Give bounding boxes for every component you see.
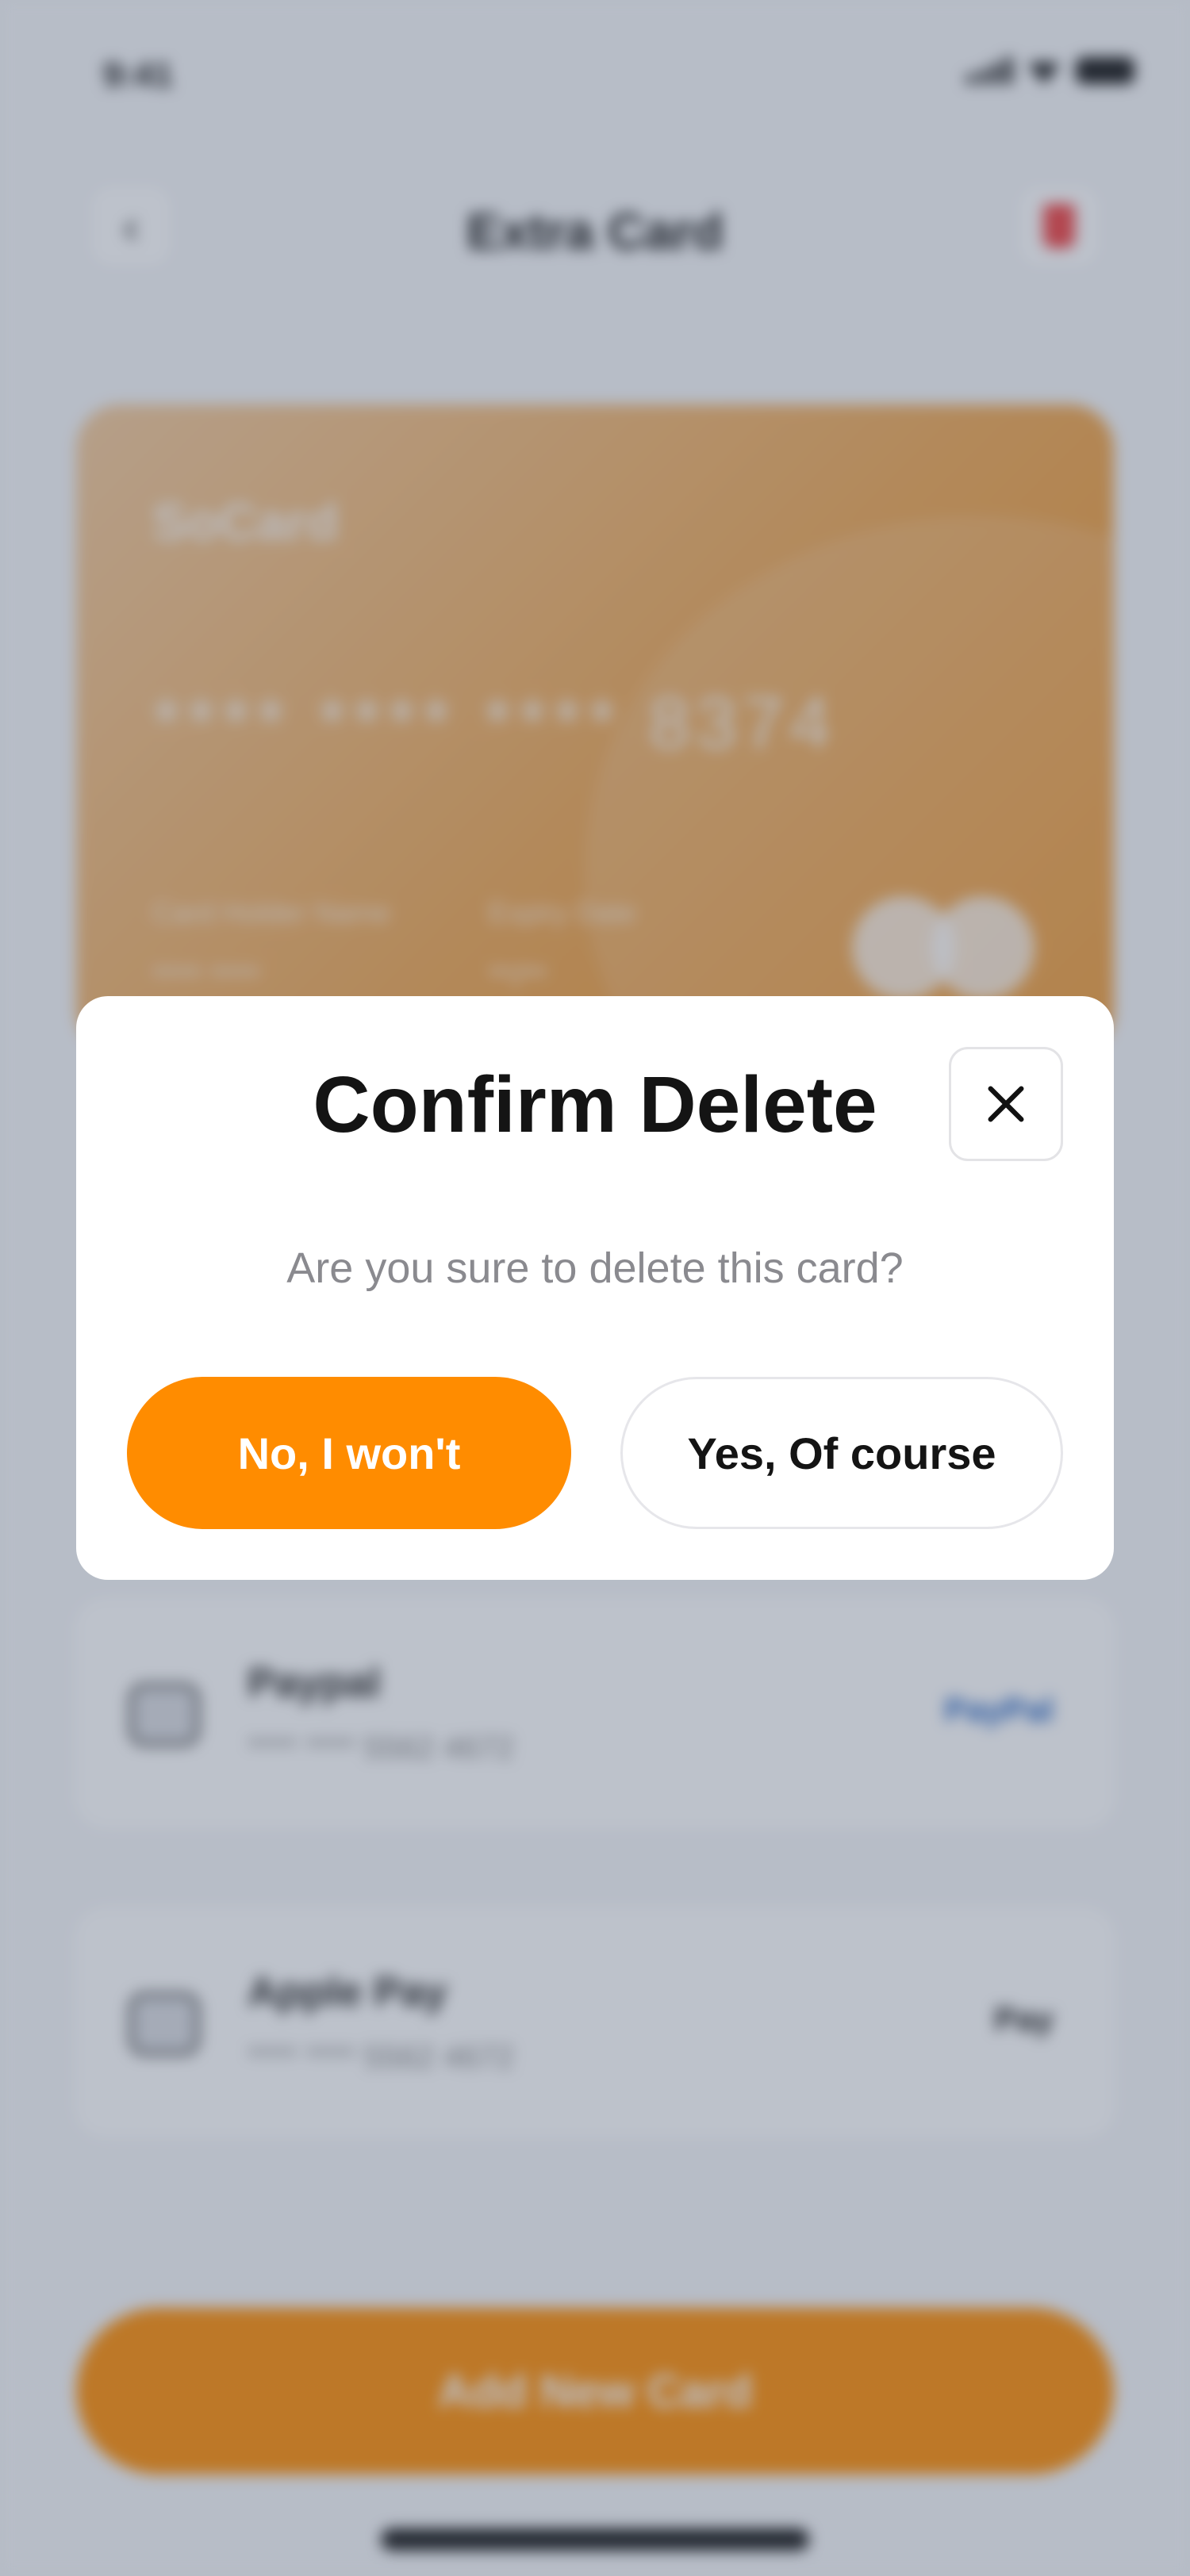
cancel-button[interactable]: No, I won't xyxy=(127,1377,571,1529)
confirm-delete-dialog: Confirm Delete Are you sure to delete th… xyxy=(76,996,1114,1580)
confirm-delete-button[interactable]: Yes, Of course xyxy=(620,1377,1063,1529)
dialog-message: Are you sure to delete this card? xyxy=(286,1244,904,1292)
close-button[interactable] xyxy=(949,1047,1063,1161)
close-icon xyxy=(988,1086,1024,1122)
